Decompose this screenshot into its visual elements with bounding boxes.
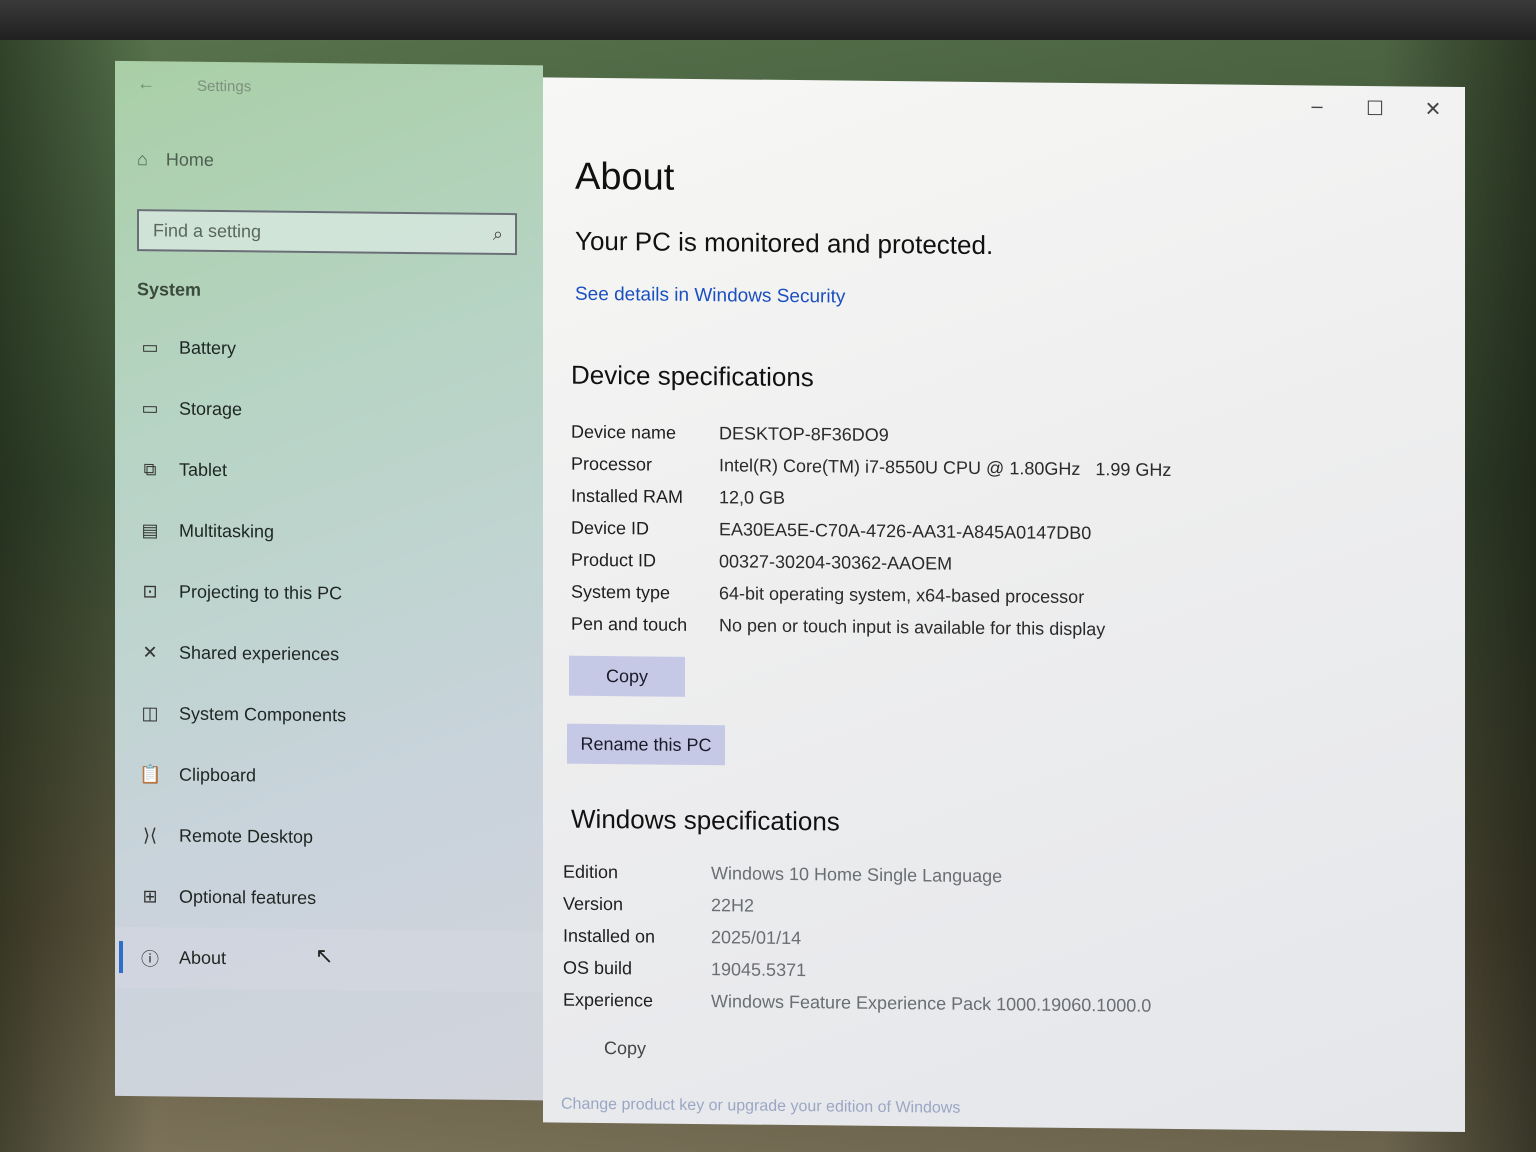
sidebar-item-system-components[interactable]: ◫ System Components bbox=[115, 683, 543, 748]
sidebar-item-clipboard[interactable]: 📋 Clipboard bbox=[115, 744, 543, 809]
sidebar-item-label: System Components bbox=[179, 703, 347, 726]
page-title: About bbox=[575, 155, 675, 199]
sidebar-item-label: Tablet bbox=[179, 459, 228, 481]
sidebar-item-label: Multitasking bbox=[179, 520, 275, 542]
spec-row-experience: Experience Windows Feature Experience Pa… bbox=[563, 984, 1151, 1022]
storage-icon: ▭ bbox=[141, 398, 159, 419]
sidebar-item-projecting[interactable]: ⊡ Projecting to this PC bbox=[115, 561, 543, 626]
change-product-key-link[interactable]: Change product key or upgrade your editi… bbox=[561, 1096, 960, 1118]
system-components-icon: ◫ bbox=[141, 703, 159, 724]
clipboard-icon: 📋 bbox=[139, 764, 162, 785]
sidebar-item-optional-features[interactable]: ⊞ Optional features bbox=[115, 866, 543, 931]
spec-value: Intel(R) Core(TM) i7-8550U CPU @ 1.80GHz… bbox=[719, 454, 1172, 480]
sidebar-item-label: Optional features bbox=[179, 886, 317, 909]
rename-pc-button[interactable]: Rename this PC bbox=[567, 723, 725, 766]
sidebar-item-tablet[interactable]: ⧉ Tablet bbox=[115, 439, 543, 504]
back-arrow-icon[interactable]: ← bbox=[137, 73, 155, 94]
section-label-system: System bbox=[137, 279, 202, 300]
spec-value: 00327-30204-30362-AAOEM bbox=[719, 550, 953, 574]
spec-value: 2025/01/14 bbox=[711, 926, 802, 948]
spec-value: DESKTOP-8F36DO9 bbox=[719, 422, 889, 445]
spec-value: 19045.5371 bbox=[711, 958, 807, 980]
home-link[interactable]: ⌂ Home bbox=[137, 149, 214, 171]
spec-label: Device name bbox=[571, 421, 677, 443]
device-specifications-heading: Device specifications bbox=[571, 359, 814, 393]
info-icon: ⓘ bbox=[141, 948, 159, 969]
sidebar-item-label: Remote Desktop bbox=[179, 825, 314, 847]
spec-label: Device ID bbox=[571, 517, 650, 538]
sidebar-item-shared-experiences[interactable]: ✕ Shared experiences bbox=[115, 622, 543, 687]
copy-device-specs-button[interactable]: Copy bbox=[569, 655, 685, 697]
windows-specifications-table: Edition Windows 10 Home Single Language … bbox=[563, 856, 1151, 1022]
windows-specifications-heading: Windows specifications bbox=[571, 803, 840, 837]
optional-features-icon: ⊞ bbox=[142, 886, 158, 907]
sidebar-nav: ▭ Battery ▭ Storage ⧉ Tablet ▤ Multitask… bbox=[115, 317, 543, 993]
remote-desktop-icon: ⟩⟨ bbox=[142, 825, 158, 846]
spec-value: EA30EA5E-C70A-4726-AA31-A845A0147DB0 bbox=[719, 518, 1092, 543]
spec-value: 64-bit operating system, x64-based proce… bbox=[719, 582, 1085, 607]
settings-window: ← Settings ⌂ Home ⌕ System ▭ Battery ▭ S… bbox=[115, 60, 1470, 1135]
sidebar-item-label: Storage bbox=[179, 398, 243, 420]
spec-label: Edition bbox=[563, 861, 619, 882]
tablet-icon: ⧉ bbox=[143, 459, 157, 480]
spec-value: Windows Feature Experience Pack 1000.190… bbox=[711, 990, 1152, 1016]
spec-value: 22H2 bbox=[711, 894, 755, 916]
sidebar-item-about[interactable]: ⓘ About ↖ bbox=[115, 926, 543, 993]
spec-value: 12,0 GB bbox=[719, 486, 786, 508]
sidebar-item-label: Clipboard bbox=[179, 764, 257, 786]
minimize-icon[interactable]: – bbox=[1305, 95, 1329, 120]
projecting-icon: ⊡ bbox=[142, 581, 158, 602]
window-controls: – ☐ ✕ bbox=[1305, 95, 1445, 121]
sidebar-item-battery[interactable]: ▭ Battery bbox=[115, 317, 543, 382]
shared-experiences-icon: ✕ bbox=[142, 642, 158, 663]
sidebar-item-label: Battery bbox=[179, 337, 237, 359]
spec-label: Pen and touch bbox=[571, 613, 688, 635]
multitasking-icon: ▤ bbox=[141, 520, 159, 541]
spec-value: No pen or touch input is available for t… bbox=[719, 614, 1106, 639]
maximize-icon[interactable]: ☐ bbox=[1363, 96, 1387, 121]
home-label: Home bbox=[165, 149, 214, 170]
window-title: Settings bbox=[197, 77, 252, 96]
monitor-bezel bbox=[0, 0, 1536, 42]
spec-label: Installed on bbox=[563, 925, 656, 947]
home-icon: ⌂ bbox=[137, 149, 148, 170]
search-box[interactable]: ⌕ bbox=[137, 209, 517, 256]
sidebar-item-label: Projecting to this PC bbox=[179, 581, 343, 604]
spec-label: OS build bbox=[563, 957, 633, 978]
content-pane: – ☐ ✕ About Your PC is monitored and pro… bbox=[543, 77, 1465, 1133]
close-icon[interactable]: ✕ bbox=[1421, 97, 1445, 122]
spec-row-pen-and-touch: Pen and touch No pen or touch input is a… bbox=[571, 608, 1171, 646]
spec-value: Windows 10 Home Single Language bbox=[711, 862, 1003, 886]
spec-label: Experience bbox=[563, 989, 654, 1011]
sidebar: ← Settings ⌂ Home ⌕ System ▭ Battery ▭ S… bbox=[115, 60, 543, 1101]
spec-label: Product ID bbox=[571, 549, 657, 571]
spec-label: Version bbox=[563, 893, 624, 914]
search-icon[interactable]: ⌕ bbox=[493, 223, 503, 244]
windows-security-link[interactable]: See details in Windows Security bbox=[575, 284, 845, 309]
search-input[interactable] bbox=[151, 218, 493, 246]
sidebar-item-label: Shared experiences bbox=[179, 642, 340, 665]
sidebar-item-multitasking[interactable]: ▤ Multitasking bbox=[115, 500, 543, 565]
device-specifications-table: Device name DESKTOP-8F36DO9 Processor In… bbox=[571, 416, 1171, 646]
sidebar-item-remote-desktop[interactable]: ⟩⟨ Remote Desktop bbox=[115, 805, 543, 870]
sidebar-item-storage[interactable]: ▭ Storage bbox=[115, 378, 543, 443]
spec-label: Installed RAM bbox=[571, 485, 684, 507]
sidebar-item-label: About bbox=[179, 947, 227, 969]
mouse-cursor-icon: ↖ bbox=[315, 942, 334, 969]
protection-status: Your PC is monitored and protected. bbox=[575, 225, 994, 261]
spec-label: Processor bbox=[571, 453, 653, 475]
battery-icon: ▭ bbox=[141, 337, 159, 358]
copy-windows-specs-button[interactable]: Copy bbox=[565, 1030, 685, 1067]
spec-label: System type bbox=[571, 581, 671, 603]
